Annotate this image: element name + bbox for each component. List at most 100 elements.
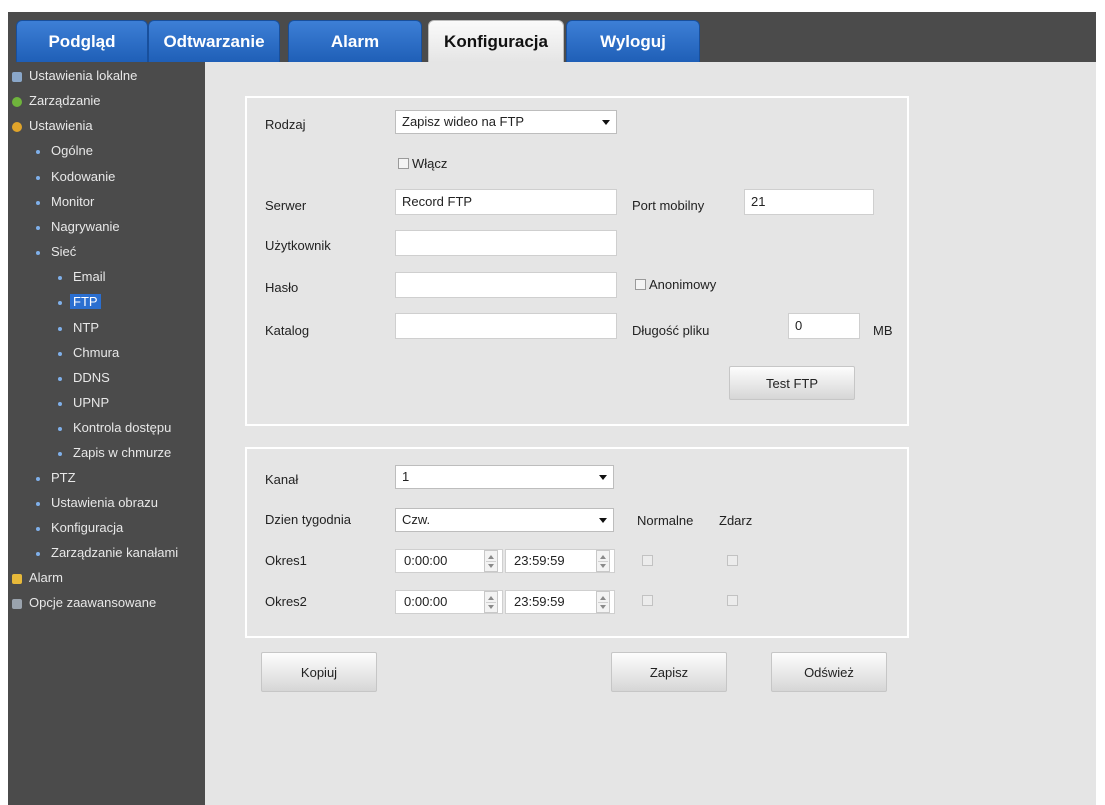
server-input[interactable]: Record FTP (395, 189, 617, 215)
tab-preview[interactable]: Podgląd (16, 20, 148, 62)
bullet-icon (36, 526, 40, 531)
sidebar-item-local-settings[interactable]: Ustawienia lokalne (12, 66, 140, 86)
period1-start-spinner[interactable] (484, 550, 498, 572)
sidebar-item-label: Sieć (51, 244, 77, 259)
bullet-icon (58, 300, 62, 305)
arrow-up-icon (600, 596, 606, 600)
sidebar-item-label: Zapis w chmurze (73, 445, 172, 460)
user-input[interactable] (395, 230, 617, 256)
sidebar-item-general[interactable]: Ogólne (36, 141, 96, 161)
sidebar-item-ptz[interactable]: PTZ (36, 468, 79, 488)
bullet-icon (36, 175, 40, 180)
directory-input[interactable] (395, 313, 617, 339)
sidebar-item-access-control[interactable]: Kontrola dostępu (58, 418, 174, 438)
sidebar-item-configuration[interactable]: Konfiguracja (36, 518, 126, 538)
normal-column-header: Normalne (637, 513, 694, 528)
sidebar-item-monitor[interactable]: Monitor (36, 192, 97, 212)
arrow-down-icon (488, 605, 494, 609)
computer-icon (12, 71, 22, 82)
sidebar-item-label: Kodowanie (51, 169, 116, 184)
sidebar-item-encoding[interactable]: Kodowanie (36, 167, 118, 187)
sidebar-item-label: Ustawienia lokalne (29, 68, 138, 83)
channel-label: Kanał (265, 472, 299, 487)
sidebar-item-label: NTP (73, 320, 99, 335)
port-input[interactable]: 21 (744, 189, 874, 215)
tools-icon (12, 598, 22, 609)
bullet-icon (58, 376, 62, 381)
bullet-icon (58, 275, 62, 280)
password-input[interactable] (395, 272, 617, 298)
sidebar-item-label: Opcje zaawansowane (29, 595, 157, 610)
file-length-input[interactable]: 0 (788, 313, 860, 339)
sidebar-item-ntp[interactable]: NTP (58, 318, 102, 338)
tab-alarm[interactable]: Alarm (288, 20, 422, 62)
top-navigation-bar: Podgląd Odtwarzanie Alarm Konfiguracja W… (8, 12, 1096, 62)
info-icon (12, 96, 22, 107)
sidebar-item-alarm[interactable]: Alarm (12, 568, 66, 588)
port-label: Port mobilny (632, 198, 705, 213)
weekday-label: Dzien tygodnia (265, 512, 351, 527)
sidebar-item-advanced[interactable]: Opcje zaawansowane (12, 593, 159, 613)
sidebar-item-ddns[interactable]: DDNS (58, 368, 113, 388)
arrow-up-icon (488, 596, 494, 600)
sidebar-item-upnp[interactable]: UPNP (58, 393, 112, 413)
event-column-header: Zdarz (719, 513, 753, 528)
type-select[interactable]: Zapisz wideo na FTP (395, 110, 617, 134)
channel-select-value: 1 (402, 469, 410, 484)
arrow-down-icon (600, 605, 606, 609)
server-label: Serwer (265, 198, 307, 213)
sidebar-item-email[interactable]: Email (58, 267, 109, 287)
bell-icon (12, 573, 22, 584)
test-ftp-button[interactable]: Test FTP (729, 366, 855, 400)
type-label: Rodzaj (265, 117, 306, 132)
period1-event-checkbox[interactable] (727, 555, 738, 566)
period1-normal-checkbox[interactable] (642, 555, 653, 566)
sidebar-item-label: Konfiguracja (51, 520, 124, 535)
sidebar-item-label: Ogólne (51, 143, 93, 158)
sidebar-item-cloud-record[interactable]: Zapis w chmurze (58, 443, 174, 463)
directory-label: Katalog (265, 323, 310, 338)
sidebar-item-cloud[interactable]: Chmura (58, 343, 122, 363)
tab-logout[interactable]: Wyloguj (566, 20, 700, 62)
copy-button[interactable]: Kopiuj (261, 652, 377, 692)
sidebar-item-management[interactable]: Zarządzanie (12, 91, 104, 111)
sidebar-item-label: Chmura (73, 345, 120, 360)
period1-end-spinner[interactable] (596, 550, 610, 572)
sidebar-item-label: Zarządzanie kanałami (51, 545, 179, 560)
gear-icon (12, 121, 22, 132)
period2-start-spinner[interactable] (484, 591, 498, 613)
period2-normal-checkbox[interactable] (642, 595, 653, 606)
sidebar-item-label: Email (73, 269, 106, 284)
save-button[interactable]: Zapisz (611, 652, 727, 692)
sidebar-item-channel-management[interactable]: Zarządzanie kanałami (36, 543, 181, 563)
sidebar-item-label: Ustawienia (29, 118, 93, 133)
sidebar-item-label: Monitor (51, 194, 95, 209)
password-label: Hasło (265, 280, 299, 295)
sidebar-item-recording[interactable]: Nagrywanie (36, 217, 123, 237)
file-length-label: Długość pliku (632, 323, 710, 338)
anonymous-checkbox[interactable] (635, 279, 646, 290)
arrow-down-icon (488, 564, 494, 568)
sidebar-item-ftp[interactable]: FTP (58, 292, 101, 312)
weekday-select[interactable]: Czw. (395, 508, 614, 532)
enable-checkbox[interactable] (398, 158, 409, 169)
sidebar-item-settings[interactable]: Ustawienia (12, 116, 96, 136)
tab-configuration[interactable]: Konfiguracja (428, 20, 564, 62)
sidebar-item-label: Alarm (29, 570, 63, 585)
bullet-icon (58, 451, 62, 456)
channel-select[interactable]: 1 (395, 465, 614, 489)
bullet-icon (36, 250, 40, 255)
chevron-down-icon (599, 475, 607, 480)
sidebar-item-label: Nagrywanie (51, 219, 120, 234)
sidebar-item-network[interactable]: Sieć (36, 242, 79, 262)
tab-playback[interactable]: Odtwarzanie (148, 20, 280, 62)
period2-event-checkbox[interactable] (727, 595, 738, 606)
sidebar-item-label: Kontrola dostępu (73, 420, 172, 435)
bullet-icon (36, 476, 40, 481)
period2-label: Okres2 (265, 594, 307, 609)
bullet-icon (36, 149, 40, 154)
refresh-button[interactable]: Odśwież (771, 652, 887, 692)
sidebar-item-image-settings[interactable]: Ustawienia obrazu (36, 493, 161, 513)
chevron-down-icon (602, 120, 610, 125)
period2-end-spinner[interactable] (596, 591, 610, 613)
